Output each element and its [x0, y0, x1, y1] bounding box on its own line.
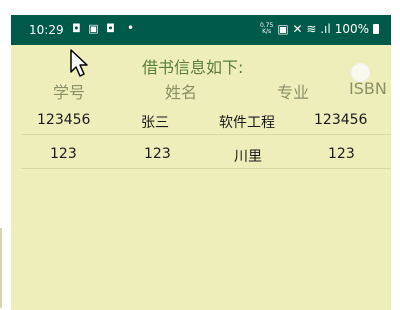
status-right-group: 0.75 K/s ▣ ✕ ≋ .ıl 100% [260, 22, 379, 36]
signal-wifi-icons: ▣ ✕ ≋ .ıl [277, 22, 331, 36]
battery-percent: 100% [334, 22, 369, 36]
status-bar: 10:29 ◘ ▣ ◘ • 0.75 K/s ▣ ✕ ≋ .ıl 100% [11, 15, 391, 45]
header-student-id: 学号 [53, 83, 86, 102]
row2-isbn: 123 [328, 146, 355, 162]
network-speed-unit: K/s [262, 28, 272, 35]
app-screen: 10:29 ◘ ▣ ◘ • 0.75 K/s ▣ ✕ ≋ .ıl 100% 借书… [11, 15, 391, 310]
battery-icon [373, 24, 379, 34]
mouse-cursor-icon [70, 49, 88, 77]
header-major: 专业 [277, 83, 310, 102]
network-speed: 0.75 K/s [260, 23, 273, 35]
row-divider [21, 134, 391, 135]
page-title: 借书信息如下: [142, 58, 244, 77]
row2-name: 123 [144, 146, 171, 162]
notification-dot-icon: • [127, 21, 135, 35]
row2-student-id: 123 [50, 146, 77, 162]
header-isbn: ISBN [349, 79, 387, 98]
row1-major: 软件工程 [219, 115, 275, 131]
row1-name: 张三 [141, 115, 169, 131]
status-time: 10:29 [29, 23, 64, 37]
notification-icons: ◘ ▣ ◘ [72, 22, 117, 35]
screen-edge [0, 228, 2, 308]
row1-student-id: 123456 [37, 112, 91, 128]
row-divider [21, 168, 391, 169]
header-name: 姓名 [165, 83, 198, 102]
row1-isbn: 123456 [314, 112, 368, 128]
row2-major: 川里 [234, 149, 262, 165]
